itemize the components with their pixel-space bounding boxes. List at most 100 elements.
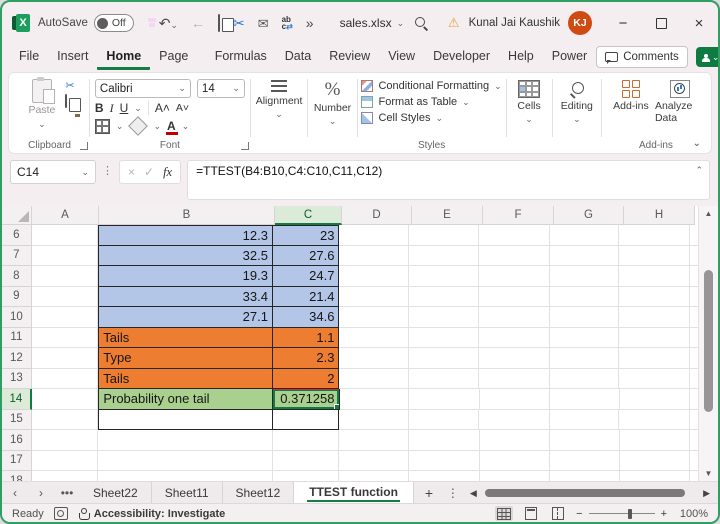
row-header-9[interactable]: 9	[2, 286, 32, 307]
underline-chevron-icon[interactable]: ⌄	[134, 103, 142, 114]
cell-H10[interactable]	[619, 307, 690, 328]
cell-H7[interactable]	[619, 245, 690, 266]
cell-B7[interactable]: 32.5	[98, 245, 273, 266]
column-header-E[interactable]: E	[412, 206, 483, 225]
sheet-tab-sheet22[interactable]: Sheet22	[80, 482, 152, 504]
normal-view-button[interactable]	[495, 506, 514, 521]
cut-small-button[interactable]: ✂	[65, 80, 74, 92]
cell-styles-button[interactable]: Cell Styles ⌄	[361, 112, 501, 124]
more-commands-button[interactable]: »	[306, 16, 314, 30]
avatar[interactable]: KJ	[568, 11, 592, 35]
column-header-D[interactable]: D	[342, 206, 412, 225]
cell-E9[interactable]	[408, 286, 480, 307]
cell-F16[interactable]	[479, 430, 550, 451]
cell-H6[interactable]	[619, 225, 690, 246]
column-header-A[interactable]: A	[32, 206, 99, 225]
insert-function-button[interactable]: fx	[163, 165, 172, 180]
cell-H8[interactable]	[619, 266, 690, 287]
ribbon-tab-file[interactable]: File	[10, 44, 48, 70]
cell-D13[interactable]	[339, 368, 409, 389]
cell-H17[interactable]	[619, 450, 691, 471]
cell-B11[interactable]: Tails	[98, 327, 273, 348]
decrease-font-button[interactable]: A˅	[176, 101, 189, 115]
fill-color-button[interactable]	[128, 116, 149, 136]
column-header-G[interactable]: G	[554, 206, 624, 225]
borders-button[interactable]	[94, 118, 110, 134]
cell-G16[interactable]	[550, 430, 620, 451]
file-name-menu[interactable]: sales.xlsx ⌄	[340, 16, 405, 30]
cell-E15[interactable]	[408, 409, 480, 430]
cell-D15[interactable]	[339, 409, 409, 430]
clipboard-dialog-launcher[interactable]	[80, 142, 89, 150]
font-size-select[interactable]: 14 ⌄	[196, 79, 245, 98]
row-header-16[interactable]: 16	[2, 430, 32, 451]
undo-button[interactable]: ↶⌄	[159, 16, 178, 30]
formula-bar-grip[interactable]: ⋮	[102, 160, 113, 182]
cell-E14[interactable]	[409, 389, 480, 410]
page-layout-view-button[interactable]	[522, 506, 540, 521]
user-name[interactable]: Kunal Jai Kaushik	[469, 17, 560, 29]
cell-H16[interactable]	[619, 430, 691, 451]
cell-H15[interactable]	[619, 409, 690, 430]
cell-D12[interactable]	[339, 348, 409, 369]
minimize-button[interactable]: −	[604, 2, 642, 44]
cell-C15[interactable]	[272, 409, 340, 430]
share-button[interactable]: ⌄	[695, 47, 718, 67]
cut-button[interactable]: ✂	[233, 16, 245, 30]
row-header-14[interactable]: 14	[2, 389, 32, 410]
cell-A14[interactable]	[31, 389, 99, 410]
cell-E18[interactable]	[409, 471, 480, 481]
cell-A18[interactable]	[32, 471, 99, 481]
warning-icon[interactable]: ⚠	[448, 15, 460, 31]
cell-A8[interactable]	[31, 266, 99, 287]
column-header-B[interactable]: B	[99, 206, 275, 225]
cell-D11[interactable]	[339, 327, 409, 348]
ribbon-tab-help[interactable]: Help	[499, 44, 543, 70]
cell-A16[interactable]	[31, 430, 99, 451]
cell-B13[interactable]: Tails	[98, 368, 273, 389]
ribbon-tab-page-layout[interactable]: Page Layout	[150, 44, 206, 88]
cell-A15[interactable]	[31, 409, 99, 430]
page-break-view-button[interactable]	[549, 506, 567, 521]
column-header-F[interactable]: F	[483, 206, 554, 225]
cell-H14[interactable]	[619, 389, 690, 410]
paste-button[interactable]: Paste ⌄	[25, 77, 60, 131]
cell-D17[interactable]	[339, 450, 409, 471]
maximize-button[interactable]	[642, 2, 680, 44]
bold-button[interactable]: B	[95, 101, 104, 115]
copy-button[interactable]	[217, 14, 220, 32]
ribbon-tab-formulas[interactable]: Formulas	[206, 44, 276, 70]
row-header-7[interactable]: 7	[2, 245, 32, 266]
cell-A7[interactable]	[31, 245, 99, 266]
increase-font-button[interactable]: A˄	[155, 101, 170, 115]
cell-C16[interactable]	[272, 430, 340, 451]
cell-E8[interactable]	[408, 266, 480, 287]
cell-E17[interactable]	[409, 450, 480, 471]
cell-G10[interactable]	[549, 307, 620, 328]
conditional-formatting-button[interactable]: Conditional Formatting ⌄	[361, 80, 502, 92]
cell-G12[interactable]	[549, 348, 620, 369]
copy-small-button[interactable]	[65, 94, 74, 108]
cell-C9[interactable]: 21.4	[272, 286, 340, 307]
font-family-select[interactable]: Calibri ⌄	[94, 79, 191, 98]
row-header-10[interactable]: 10	[2, 307, 32, 328]
cell-G6[interactable]	[549, 225, 620, 246]
cell-G11[interactable]	[549, 327, 620, 348]
fill-color-chevron-icon[interactable]: ⌄	[153, 121, 161, 132]
sheet-nav-right-icon[interactable]: ›	[28, 482, 54, 504]
cell-D6[interactable]	[339, 225, 409, 246]
cell-D7[interactable]	[339, 245, 409, 266]
cell-E6[interactable]	[408, 225, 480, 246]
cell-F6[interactable]	[479, 225, 550, 246]
cell-C6[interactable]: 23	[272, 225, 340, 246]
cell-E7[interactable]	[408, 245, 480, 266]
cell-F12[interactable]	[479, 348, 550, 369]
email-button[interactable]: ✉	[258, 17, 269, 30]
cell-A17[interactable]	[31, 450, 99, 471]
column-header-H[interactable]: H	[624, 206, 695, 225]
ribbon-tab-insert[interactable]: Insert	[48, 44, 97, 70]
cell-F15[interactable]	[479, 409, 550, 430]
horizontal-scrollbar[interactable]: ◀ ▶	[462, 482, 718, 504]
cell-E16[interactable]	[409, 430, 480, 451]
cell-B16[interactable]	[98, 430, 273, 451]
